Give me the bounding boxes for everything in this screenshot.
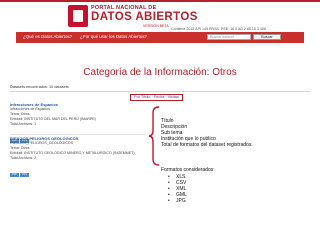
nav-item-what-is[interactable]: ¿Qué es Datos Abiertos? xyxy=(23,34,72,39)
format-item: JPG xyxy=(176,198,187,204)
logo-title[interactable]: DATOS ABIERTOS xyxy=(91,11,198,23)
search-button[interactable]: Buscar xyxy=(253,34,281,40)
nav-item-why-use[interactable]: ¿Por qué usar los Datos Abiertos? xyxy=(80,34,147,39)
top-accent-line xyxy=(0,0,320,2)
national-seal-icon xyxy=(68,5,88,27)
annotation-field: Total de formatos del dataset registrado… xyxy=(161,142,253,148)
formats-list: XLS CSV XML GML JPG xyxy=(176,174,187,204)
portal-stats: Contiene 2018 API 145 RRSS. PSE: 16 0 AD… xyxy=(171,27,266,31)
format-chip[interactable]: XLS xyxy=(20,173,29,177)
dataset-file-count: Total Archivos: 1 xyxy=(10,122,37,126)
formats-title: Formatos considerados: xyxy=(161,167,215,173)
sort-tabs[interactable]: Por Título · Fecha · Visitas xyxy=(130,94,183,101)
divider xyxy=(10,134,145,135)
brace-icon xyxy=(148,106,160,166)
version-label: VERSIÓN BETA xyxy=(143,24,169,28)
dataset-file-count: Total Archivos: 2 xyxy=(10,156,37,160)
format-chip[interactable]: PDF xyxy=(10,173,19,177)
results-count: Datasets encontrados: 10 datasets xyxy=(10,85,69,89)
search-input[interactable]: Buscar dataset xyxy=(207,34,251,40)
divider xyxy=(10,91,310,92)
page-title: Categoría de la Información: Otros xyxy=(83,67,237,78)
dataset-item[interactable]: RIESGOS PELIGROS GEOLÓGICOS RIESGOS_PELI… xyxy=(10,136,135,180)
